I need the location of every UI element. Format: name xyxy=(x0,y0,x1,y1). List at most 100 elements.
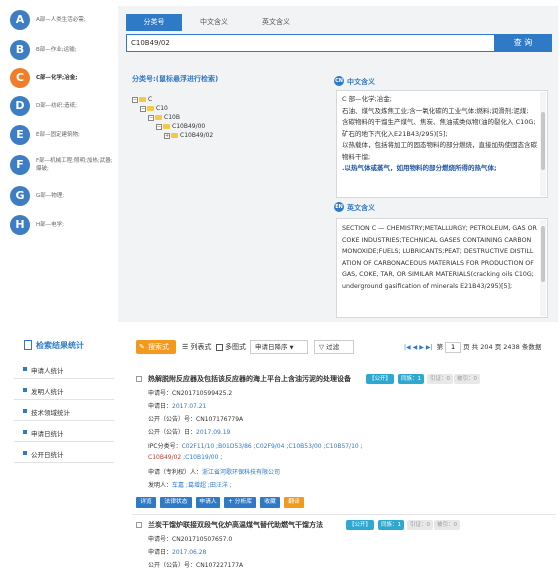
classification-tree-panel: 分类号:(鼠标悬浮进行检索) − C − C10 − C10B − C10B49/00 … xyxy=(126,66,326,316)
result-record: 热解脱附反应器及包括该反应器的海上平台上含油污泥的处理设备 【公开】 同族：1 … xyxy=(132,374,556,516)
record-checkbox[interactable] xyxy=(136,522,142,528)
section-label: G部—物理; xyxy=(36,193,65,199)
section-e-icon: E xyxy=(10,125,30,145)
record-checkbox[interactable] xyxy=(136,376,142,382)
application-number: 申请号：CN201710507657.0 xyxy=(148,536,233,543)
bullet-icon xyxy=(23,388,27,392)
search-style-button[interactable]: ✎ 搜索式 xyxy=(136,340,176,354)
last-page-icon[interactable]: ▶| xyxy=(426,344,433,351)
first-page-icon[interactable]: |◀ xyxy=(404,344,411,351)
expand-icon[interactable]: + xyxy=(164,132,170,139)
filter-button[interactable]: ▽ 过滤 xyxy=(314,340,354,354)
search-input[interactable] xyxy=(127,35,511,51)
section-item-f[interactable]: F F部—机械工程;照明;加热;武器;爆破; xyxy=(10,155,118,177)
stat-tech-field[interactable]: 技术领域统计 xyxy=(14,402,114,421)
english-meaning-title: 英文含义 xyxy=(347,204,375,212)
chinese-meaning-box[interactable]: C 部—化学;冶金; 石油、煤气及炼焦工业;含一氧化碳的工业气体;燃料;润滑剂;… xyxy=(336,90,548,198)
list-view-button[interactable]: ☰ 列表式 xyxy=(182,342,212,352)
tab-classification-number[interactable]: 分类号 xyxy=(126,14,182,31)
tree-node-c10b49-02[interactable]: + C10B49/02 xyxy=(164,132,213,140)
ipc-codes-continued[interactable]: C10B49/02 ;C10B19/00 ; xyxy=(148,454,222,461)
bullet-icon xyxy=(23,367,27,371)
collapse-icon[interactable]: − xyxy=(156,123,162,130)
record-divider xyxy=(132,514,556,515)
sort-select[interactable]: 申请日降序 ▼ xyxy=(250,340,308,354)
scrollbar-thumb[interactable] xyxy=(541,112,545,170)
collapse-icon[interactable]: − xyxy=(140,105,146,112)
folder-icon xyxy=(155,115,162,120)
applicant: 申请（专利权）人：浙江省河歌环保科技有限公司 xyxy=(148,469,281,476)
section-f-icon: F xyxy=(10,155,30,175)
section-item-a[interactable]: A A部—人类生活必需; xyxy=(10,10,118,32)
collapse-icon[interactable]: − xyxy=(148,114,154,121)
stats-header: 检索结果统计 xyxy=(14,336,114,354)
prev-page-icon[interactable]: ◀ xyxy=(413,344,418,351)
favorite-button[interactable]: 收藏 xyxy=(260,497,280,508)
ipc-codes[interactable]: IPC分类号：C02F11/10 ;B01D53/86 ;C02F9/04 ;C… xyxy=(148,441,363,450)
tree-node-c10b[interactable]: − C10B xyxy=(148,114,180,122)
tab-chinese-meaning[interactable]: 中文含义 xyxy=(186,14,242,31)
stat-app-date[interactable]: 申请日统计 xyxy=(14,423,114,442)
inventors: 发明人：车嘉 ;葛增超 ;田汪洋 ; xyxy=(148,482,232,489)
en-badge-icon: EN xyxy=(334,202,344,212)
applicant-button[interactable]: 申请人 xyxy=(196,497,220,508)
cited-badge: 被引：0 xyxy=(434,520,460,530)
stat-inventor[interactable]: 发明人统计 xyxy=(14,381,114,400)
application-date: 申请日：2017.07.21 xyxy=(148,403,207,410)
bullet-icon xyxy=(23,430,27,434)
cn-def-line: C 部—化学;冶金; xyxy=(342,95,392,103)
section-item-g[interactable]: G G部—物理; xyxy=(10,186,118,208)
next-page-icon[interactable]: ▶ xyxy=(419,344,424,351)
application-number: 申请号：CN201710599425.2 xyxy=(148,390,233,397)
folder-icon xyxy=(147,106,154,111)
add-analysis-button[interactable]: + 分析库 xyxy=(224,497,256,508)
cn-def-line: 石油、煤气及炼焦工业;含一氧化碳的工业气体;燃料;润滑剂;泥煤; xyxy=(342,106,529,115)
family-badge[interactable]: 同族：1 xyxy=(398,374,424,384)
legal-status-button[interactable]: 法律状态 xyxy=(160,497,192,508)
en-def-text: SECTION C — CHEMISTRY;METALLURGY; PETROL… xyxy=(342,225,537,290)
section-h-icon: H xyxy=(10,215,30,235)
collapse-icon[interactable]: − xyxy=(132,96,138,103)
publication-date: 公开（公告）日：2017.09.19 xyxy=(148,429,231,436)
search-style-icon: ✎ xyxy=(139,343,145,351)
search-results-panel: 检索结果统计 申请人统计 发明人统计 技术领域统计 申请日统计 公开日统计 ✎ … xyxy=(0,330,560,584)
section-g-icon: G xyxy=(10,186,30,206)
dropdown-arrow-icon: ▼ xyxy=(289,345,294,351)
section-label: C部—化学;冶金; xyxy=(36,75,78,81)
citation-badge: 引证：0 xyxy=(427,374,453,384)
section-label: A部—人类生活必需; xyxy=(36,17,86,23)
record-title[interactable]: 热解脱附反应器及包括该反应器的海上平台上含油污泥的处理设备 xyxy=(148,374,351,384)
scrollbar-thumb[interactable] xyxy=(541,226,545,282)
citation-badge: 引证：0 xyxy=(407,520,433,530)
tree-node-c[interactable]: − C xyxy=(132,96,152,104)
classification-main: 分类号 中文含义 英文含义 查 询 分类号:(鼠标悬浮进行检索) −C −C10… xyxy=(118,6,558,322)
detail-button[interactable]: 详览 xyxy=(136,497,156,508)
section-item-d[interactable]: D D部—纺织;造纸; xyxy=(10,96,118,118)
cn-def-highlight: .以热气体或蒸气，如用物料的部分燃烧所得的热气体; xyxy=(342,164,497,172)
chinese-meaning-header: CN 中文含义 xyxy=(334,76,534,88)
stat-pub-date[interactable]: 公开日统计 xyxy=(14,444,114,463)
section-item-b[interactable]: B B部—作业;运输; xyxy=(10,40,118,62)
query-tabs: 分类号 中文含义 英文含义 xyxy=(126,14,546,31)
cited-badge: 被引：0 xyxy=(454,374,480,384)
tree-node-c10[interactable]: − C10 xyxy=(140,105,168,113)
section-item-h[interactable]: H H部—电学; xyxy=(10,215,118,237)
section-label: B部—作业;运输; xyxy=(36,47,77,53)
tab-english-meaning[interactable]: 英文含义 xyxy=(248,14,304,31)
english-meaning-box[interactable]: SECTION C — CHEMISTRY;METALLURGY; PETROL… xyxy=(336,218,548,318)
cn-def-line: 含碳物料的干馏生产煤气、焦炭、焦油或类似物(油的裂化入 C10G;矿石的地下汽化… xyxy=(342,118,536,138)
section-label: F部—机械工程;照明;加热;武器;爆破; xyxy=(36,158,113,172)
section-item-c[interactable]: C C部—化学;冶金; xyxy=(10,68,118,90)
record-title[interactable]: 兰炭干馏炉联接双段气化炉高温煤气替代助燃气干馏方法 xyxy=(148,520,323,530)
translate-button[interactable]: 翻译 xyxy=(284,497,304,508)
search-box xyxy=(126,34,512,52)
stat-applicant[interactable]: 申请人统计 xyxy=(14,360,114,379)
en-scrollbar[interactable] xyxy=(540,220,546,316)
image-view-button[interactable]: 多图式 xyxy=(216,342,246,352)
page-number-input[interactable] xyxy=(445,341,462,353)
family-badge[interactable]: 同族：1 xyxy=(378,520,404,530)
tree-node-c10b49-00[interactable]: − C10B49/00 xyxy=(156,123,205,131)
cn-scrollbar[interactable] xyxy=(540,92,546,196)
section-item-e[interactable]: E E部—固定建筑物; xyxy=(10,125,118,147)
search-button[interactable]: 查 询 xyxy=(494,34,552,52)
